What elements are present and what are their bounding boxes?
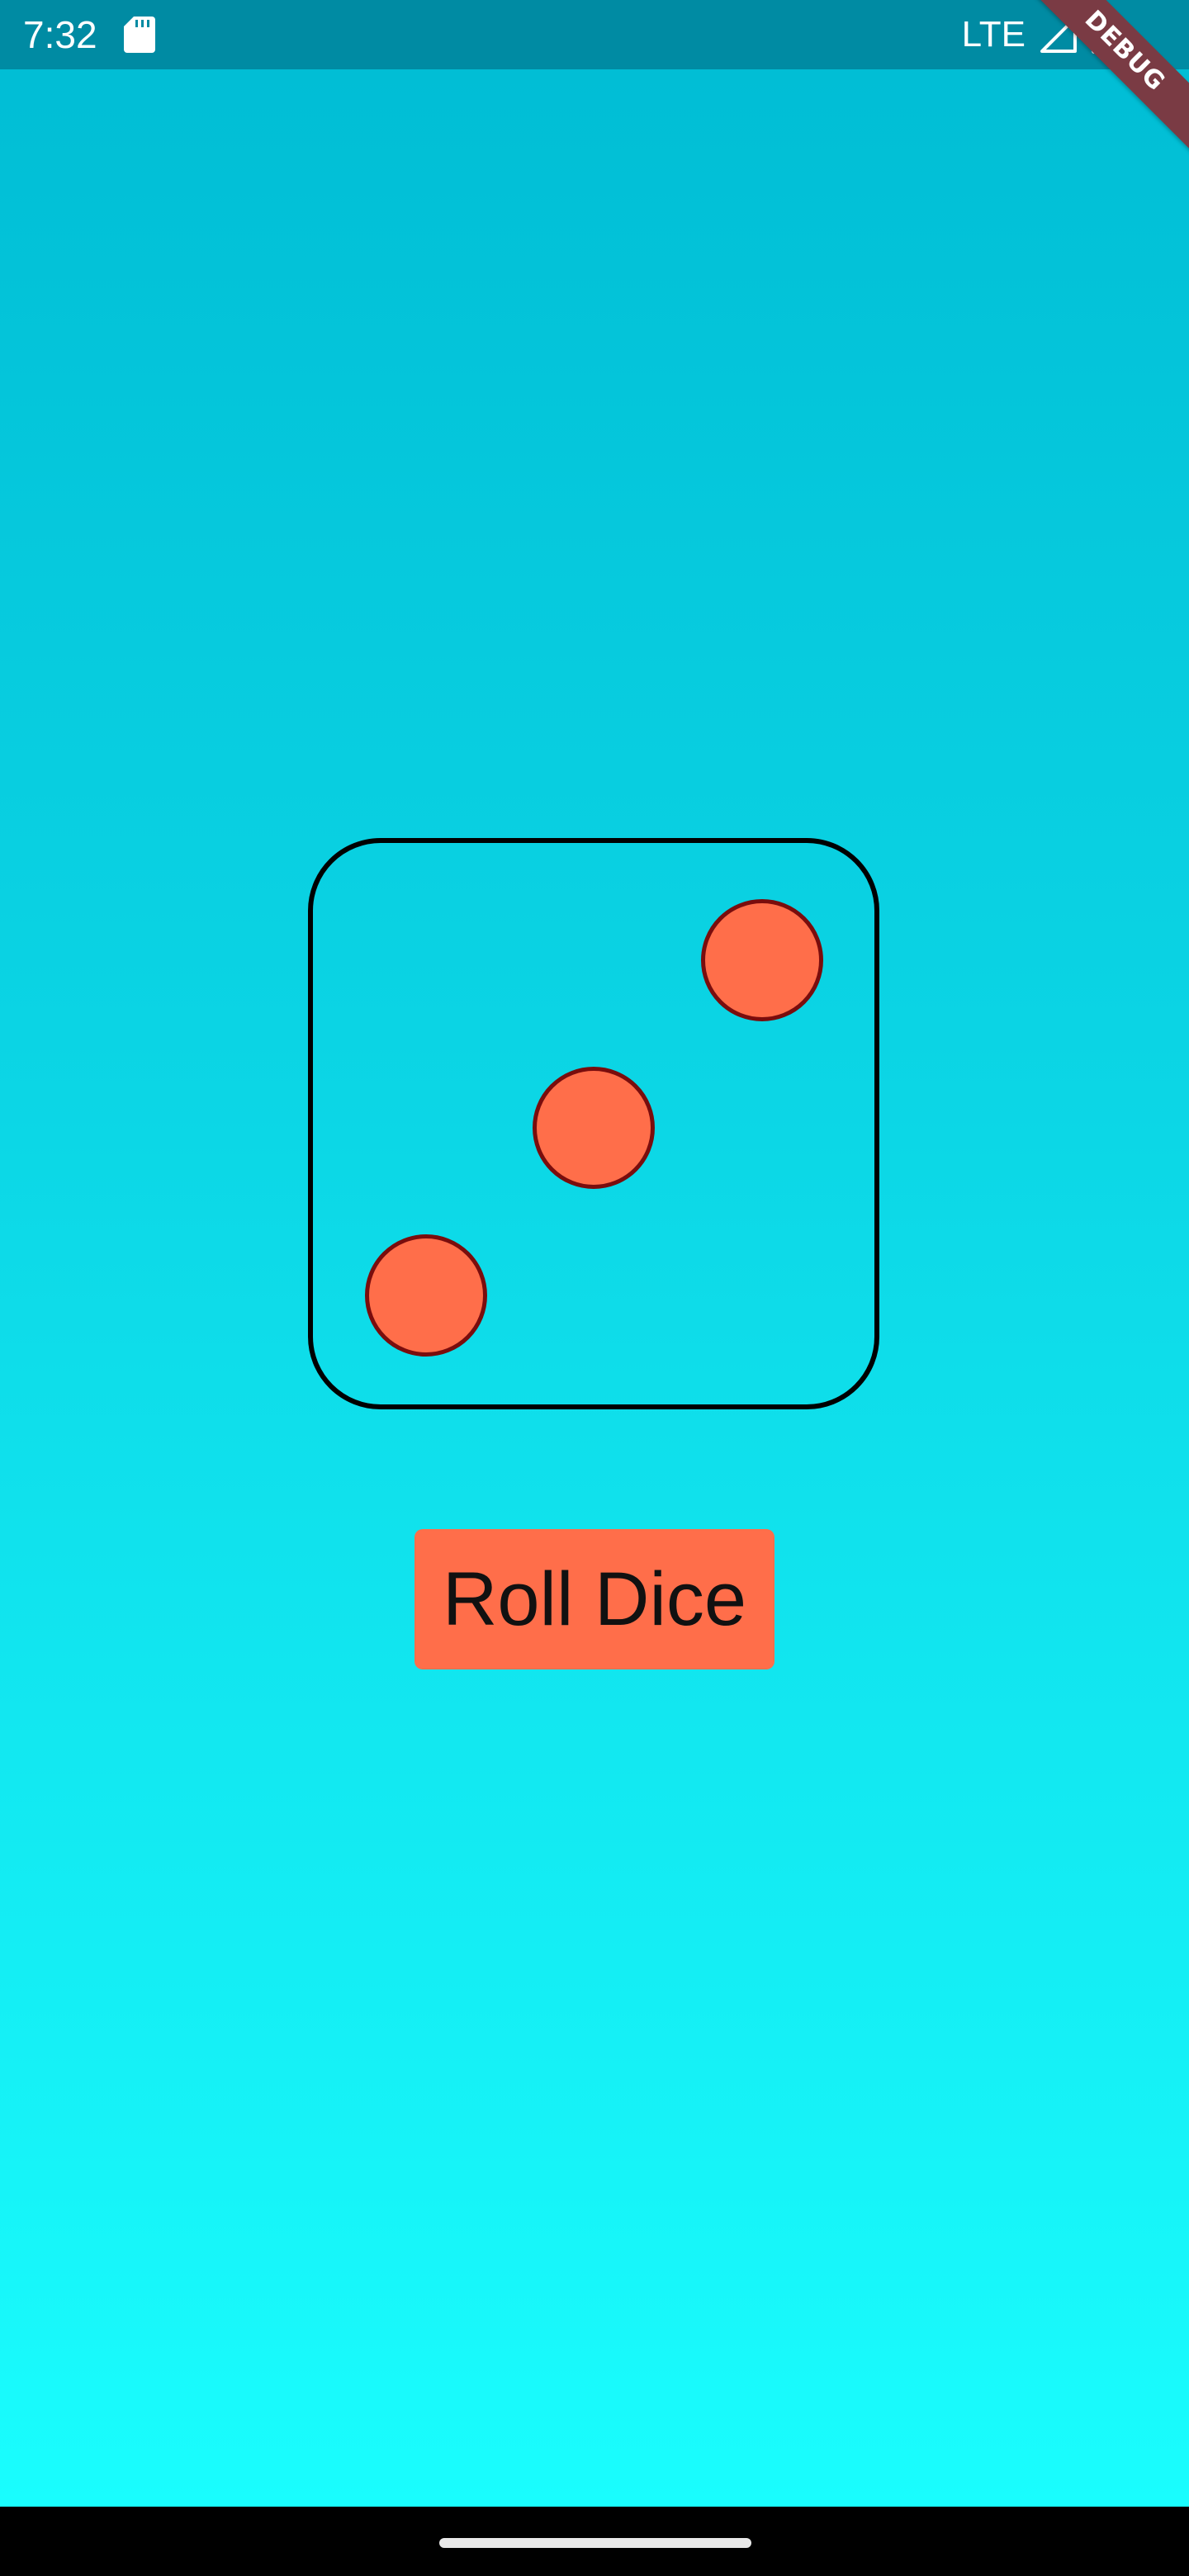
roll-dice-button[interactable]: Roll Dice xyxy=(414,1529,775,1669)
home-indicator[interactable] xyxy=(439,2538,751,2548)
status-time: 7:32 xyxy=(23,13,97,56)
app-screen: 7:32 LTE DEBUG Roll Dice xyxy=(0,0,1189,2576)
dice-pip xyxy=(701,899,823,1021)
dice-pip xyxy=(365,1234,487,1357)
dice-face xyxy=(308,838,879,1409)
navigation-bar xyxy=(0,2507,1189,2576)
sd-card-icon xyxy=(124,17,155,53)
status-bar: 7:32 LTE xyxy=(0,0,1189,69)
dice-pip xyxy=(533,1067,655,1189)
network-type-label: LTE xyxy=(961,14,1026,54)
